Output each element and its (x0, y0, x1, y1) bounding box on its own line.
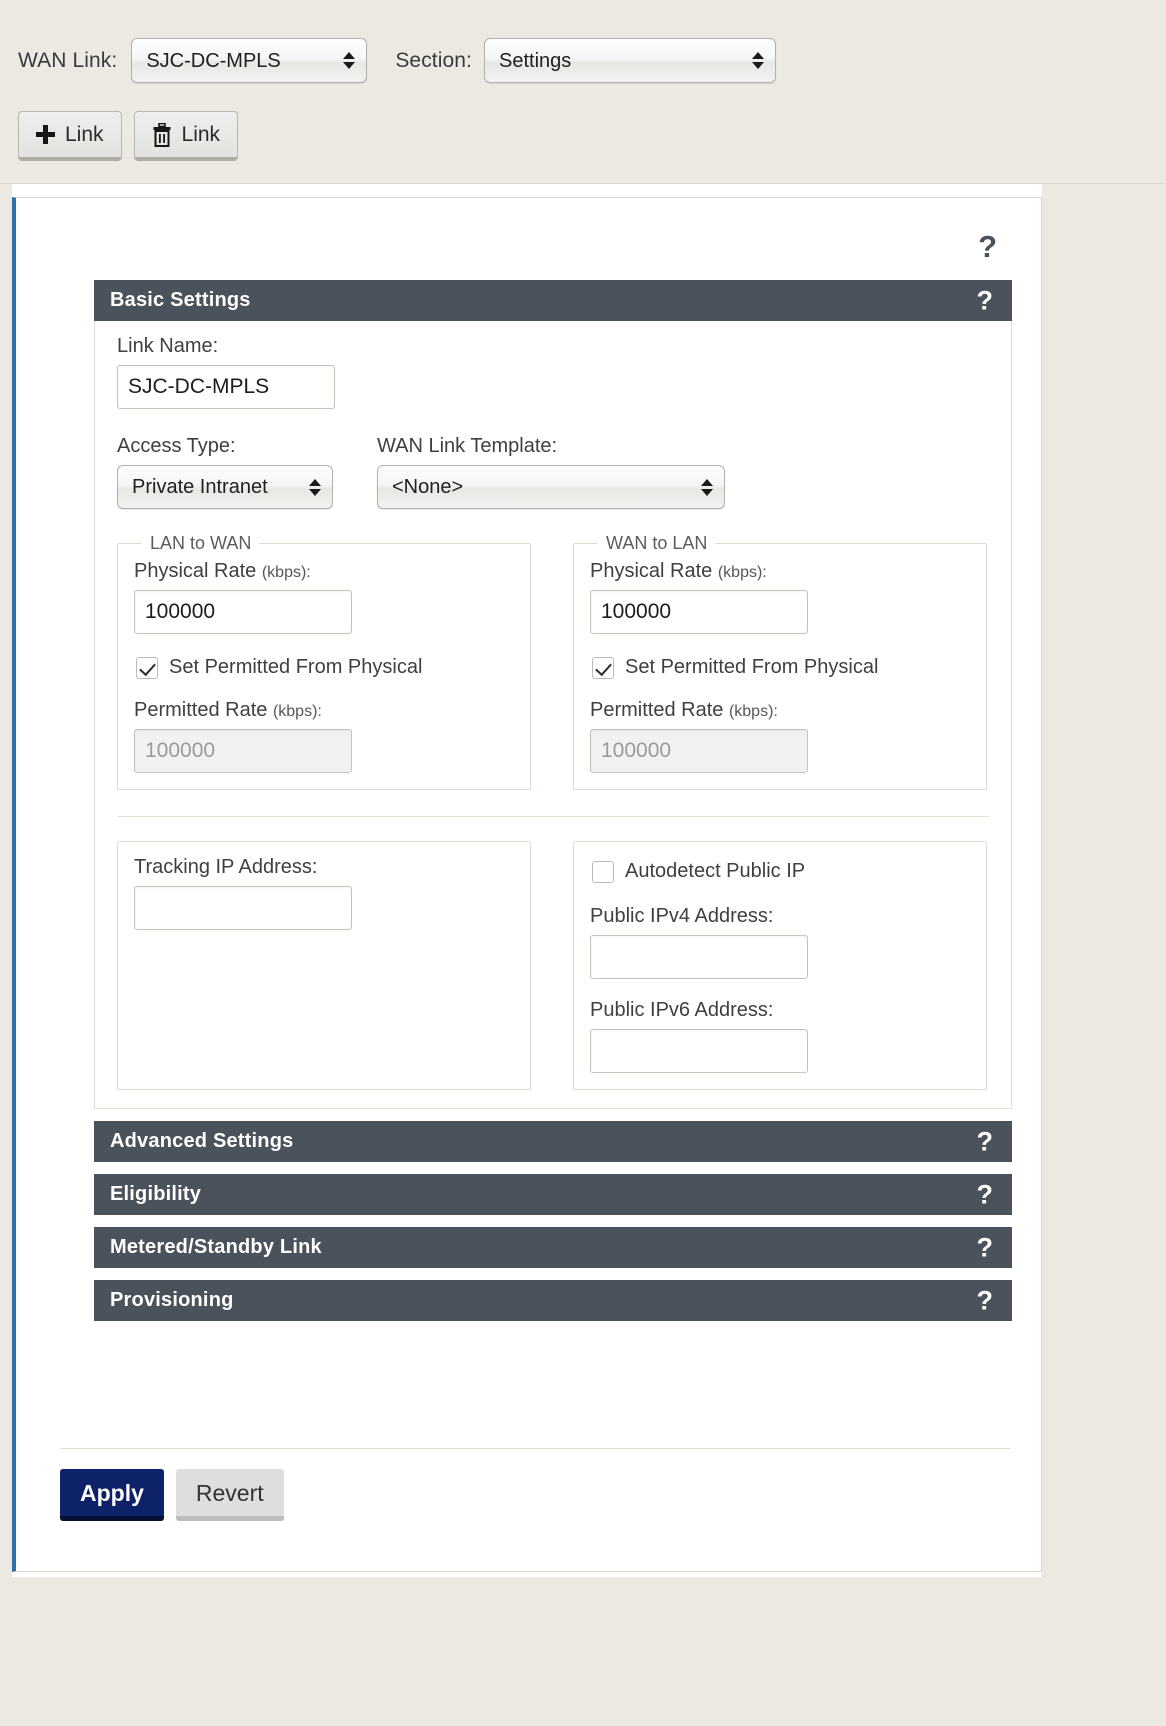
add-link-button[interactable]: Link (18, 111, 122, 161)
section-help-icon-eligibility[interactable]: ? (977, 1181, 994, 1208)
revert-button[interactable]: Revert (175, 1469, 284, 1521)
wan-permitted-rate-label: Permitted Rate (kbps): (590, 699, 970, 722)
basic-settings-body: Link Name: Access Type: Private Intranet… (94, 321, 1012, 1109)
left-chrome-strip (0, 184, 12, 1577)
section-select[interactable]: Settings (484, 38, 776, 83)
public-ip-fieldset: Autodetect Public IP Public IPv4 Address… (573, 841, 987, 1090)
plus-icon (36, 125, 55, 144)
rates-row: LAN to WAN Physical Rate (kbps): Set Per… (117, 533, 989, 790)
bottom-chrome-strip (0, 1577, 1166, 1726)
wan-set-permitted-row[interactable]: Set Permitted From Physical (592, 656, 970, 679)
lan-set-permitted-checkbox[interactable] (136, 656, 158, 679)
section-select-value: Settings (499, 49, 572, 72)
settings-form: Basic Settings ? Link Name: Access Type:… (94, 280, 1012, 1321)
section-header-metered-standby-link[interactable]: Metered/Standby Link ? (94, 1227, 1012, 1268)
wan-set-permitted-label: Set Permitted From Physical (625, 656, 879, 678)
wan-permitted-rate-input (590, 729, 808, 773)
lan-to-wan-legend: LAN to WAN (150, 533, 252, 553)
tracking-ip-label: Tracking IP Address: (134, 856, 318, 878)
tracking-public-ip-row: Tracking IP Address: Autodetect Public I… (117, 841, 989, 1090)
section-header-eligibility[interactable]: Eligibility ? (94, 1174, 1012, 1215)
public-ipv6-label: Public IPv6 Address: (590, 999, 774, 1021)
wan-set-permitted-checkbox[interactable] (592, 656, 614, 679)
wan-link-template-select[interactable]: <None> (377, 465, 725, 509)
delete-link-button[interactable]: Link (133, 111, 239, 161)
chevron-updown-icon (343, 49, 356, 73)
wan-permitted-rate-label-text: Permitted Rate (590, 699, 724, 721)
toolbar-selectors-row: WAN Link: SJC-DC-MPLS Section: Settings (18, 38, 776, 83)
wan-physical-rate-unit: (kbps): (717, 564, 767, 581)
lan-permitted-rate-label-text: Permitted Rate (134, 699, 268, 721)
wan-link-label: WAN Link: (18, 48, 118, 72)
autodetect-public-ip-checkbox[interactable] (592, 860, 614, 883)
wan-link-template-label: WAN Link Template: (377, 435, 558, 457)
link-name-label: Link Name: (117, 335, 219, 357)
public-ipv4-input[interactable] (590, 935, 808, 979)
link-name-field: Link Name: (117, 335, 989, 409)
wan-physical-rate-input[interactable] (590, 590, 808, 634)
section-header-provisioning[interactable]: Provisioning ? (94, 1280, 1012, 1321)
wan-permitted-rate-unit: (kbps): (728, 703, 778, 720)
toolbar-buttons-row: Link Link (18, 111, 239, 161)
section-help-icon-metered-standby-link[interactable]: ? (977, 1234, 994, 1261)
lan-permitted-rate-unit: (kbps): (272, 703, 322, 720)
section-help-icon-provisioning[interactable]: ? (977, 1287, 994, 1314)
form-actions: Apply Revert (60, 1469, 284, 1521)
chevron-updown-icon (701, 475, 713, 499)
section-header-basic-settings[interactable]: Basic Settings ? (94, 280, 1012, 321)
access-type-select[interactable]: Private Intranet (117, 465, 333, 509)
section-title-advanced-settings: Advanced Settings (110, 1130, 294, 1152)
wan-to-lan-legend: WAN to LAN (606, 533, 708, 553)
lan-set-permitted-label: Set Permitted From Physical (169, 656, 423, 678)
tracking-ip-fieldset: Tracking IP Address: (117, 841, 531, 1090)
lan-physical-rate-unit: (kbps): (261, 564, 311, 581)
lan-to-wan-fieldset: LAN to WAN Physical Rate (kbps): Set Per… (117, 533, 531, 790)
wan-link-select-value: SJC-DC-MPLS (146, 49, 281, 72)
right-chrome-strip (1042, 184, 1166, 1577)
chevron-updown-icon (309, 475, 321, 499)
lan-physical-rate-input[interactable] (134, 590, 352, 634)
wan-link-template-select-value: <None> (392, 476, 464, 498)
wan-to-lan-fieldset: WAN to LAN Physical Rate (kbps): Set Per… (573, 533, 987, 790)
delete-link-button-label: Link (181, 122, 221, 146)
section-title-basic-settings: Basic Settings (110, 289, 251, 311)
section-label: Section: (395, 48, 472, 72)
lan-physical-rate-label: Physical Rate (kbps): (134, 560, 514, 583)
access-type-label: Access Type: (117, 435, 236, 457)
settings-page-panel: ? Basic Settings ? Link Name: Access Typ… (12, 197, 1042, 1572)
trash-icon (152, 122, 172, 147)
page-help-icon[interactable]: ? (978, 231, 997, 262)
top-toolbar: WAN Link: SJC-DC-MPLS Section: Settings … (0, 0, 1166, 184)
section-title-eligibility: Eligibility (110, 1183, 202, 1205)
public-ipv4-label: Public IPv4 Address: (590, 905, 774, 927)
access-type-field: Access Type: Private Intranet (117, 435, 333, 509)
add-link-button-label: Link (65, 122, 104, 146)
wan-link-select[interactable]: SJC-DC-MPLS (131, 38, 368, 83)
link-name-input[interactable] (117, 365, 335, 409)
section-title-metered-standby-link: Metered/Standby Link (110, 1236, 322, 1258)
section-help-icon-basic-settings[interactable]: ? (977, 287, 994, 314)
actions-divider (60, 1448, 1010, 1449)
wan-physical-rate-label-text: Physical Rate (590, 560, 713, 582)
autodetect-public-ip-label: Autodetect Public IP (625, 860, 806, 882)
lan-physical-rate-label-text: Physical Rate (134, 560, 257, 582)
section-title-provisioning: Provisioning (110, 1289, 234, 1311)
wan-physical-rate-label: Physical Rate (kbps): (590, 560, 970, 583)
tracking-ip-input[interactable] (134, 886, 352, 930)
public-ipv6-input[interactable] (590, 1029, 808, 1073)
section-header-advanced-settings[interactable]: Advanced Settings ? (94, 1121, 1012, 1162)
section-divider (117, 816, 989, 817)
access-type-select-value: Private Intranet (132, 476, 268, 498)
wan-link-template-field: WAN Link Template: <None> (377, 435, 725, 509)
lan-permitted-rate-input (134, 729, 352, 773)
lan-set-permitted-row[interactable]: Set Permitted From Physical (136, 656, 514, 679)
autodetect-public-ip-row[interactable]: Autodetect Public IP (592, 860, 970, 883)
collapsed-sections: Advanced Settings ? Eligibility ? Metere… (94, 1121, 1012, 1321)
lan-permitted-rate-label: Permitted Rate (kbps): (134, 699, 514, 722)
section-help-icon-advanced-settings[interactable]: ? (977, 1128, 994, 1155)
apply-button[interactable]: Apply (60, 1469, 164, 1521)
access-type-row: Access Type: Private Intranet WAN Link T… (117, 435, 989, 509)
chevron-updown-icon (752, 49, 764, 73)
